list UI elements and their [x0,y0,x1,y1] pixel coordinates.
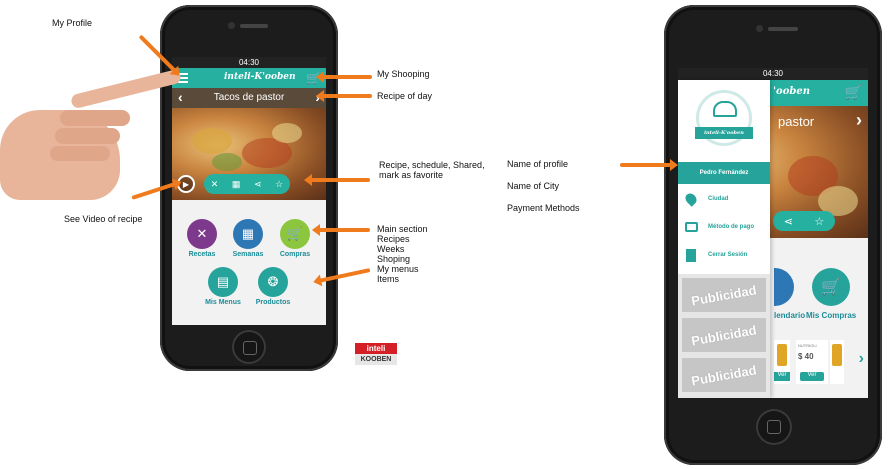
side-drawer: inteli-K'ooben Pedro Fernández Ciudad Mé… [678,80,770,398]
menu-semanas-label: Semanas [232,251,264,258]
annotation-my-shopping: My Shooping [377,69,430,79]
menu-compras-label: Mis Compras [806,311,857,320]
inteli-badge: inteli KOOBEN [355,343,397,365]
menu-recetas-button[interactable]: ✕ [187,219,217,249]
product-brand: NUTRIOLI [798,343,817,348]
menu-mis-menus-button[interactable]: ▤ [208,267,238,297]
location-pin-icon [683,191,699,207]
app-logo-partial: 'ooben [773,86,811,97]
speaker [240,24,268,28]
arrow-recipe-of-day [316,90,372,102]
chevron-right-icon[interactable]: › [856,110,862,131]
right-phone-frame: 04:30 'ooben 🛒 pastor › ⋖ ☆ lendario 🛒 M… [664,5,882,465]
recipe-action-bar: ✕ ▦ ⋖ ☆ [204,174,290,194]
status-time: 04:30 [238,58,260,67]
annotation-name-of-city: Name of City [507,181,560,191]
right-phone-screen: 04:30 'ooben 🛒 pastor › ⋖ ☆ lendario 🛒 M… [678,68,868,398]
profile-avatar: inteli-K'ooben [695,90,753,146]
drawer-logo: inteli-K'ooben [695,127,753,139]
logout-icon [684,248,698,262]
menu-compras-button[interactable]: 🛒 [280,219,310,249]
front-camera [228,22,235,29]
star-icon[interactable]: ☆ [275,179,283,190]
drawer-item-metodo-pago[interactable]: Método de pago [678,214,770,240]
recipe-title: Tacos de pastor [213,92,285,103]
product-price: $ 40 [798,352,814,361]
ad-banner-2[interactable]: Publicidad [682,318,766,352]
drawer-item-label: Cerrar Sesión [708,252,748,258]
home-button[interactable] [232,330,266,364]
annotation-see-video: See Video of recipe [64,214,143,224]
menu-compras-label: Compras [279,251,311,258]
menu-productos-button[interactable]: ❂ [258,267,288,297]
arrow-name-of-profile [620,159,678,171]
annotation-name-of-profile: Name of profile [507,159,569,169]
product-card-2: NUTRIOLI $ 40 Ver [796,340,828,384]
share-icon[interactable]: ⋖ [254,179,262,190]
ad-banner-1[interactable]: Publicidad [682,278,766,312]
cutlery-icon[interactable]: ✕ [211,179,219,190]
app-logo: inteli-K'ooben [224,72,296,82]
menu-productos-label: Productos [255,299,291,306]
annotation-my-profile: My Profile [52,18,93,28]
status-bar: 04:30 [678,68,868,80]
annotation-payment-methods: Payment Methods [507,203,580,213]
recipe-action-bar: ⋖ ☆ [773,211,835,231]
pointing-hand-image [0,68,190,200]
arrow-main-section-1 [312,224,370,236]
speaker [768,27,798,31]
payment-icon [684,220,698,234]
carousel-next-icon[interactable]: › [859,350,864,368]
badge-bottom: KOOBEN [355,354,397,365]
drawer-item-label: Ciudad [708,196,729,202]
product-ver-button[interactable]: Ver [800,372,824,381]
stage: My Profile My Shooping Recipe of day Rec… [0,0,889,470]
menu-semanas-button[interactable]: ▦ [233,219,263,249]
arrow-my-shopping [316,71,372,83]
menu-calendario-button[interactable] [774,268,794,306]
ads-area: Publicidad Publicidad Publicidad [678,274,770,398]
annotation-recipe-actions: Recipe, schedule, Shared, mark as favori… [379,160,485,180]
product-ver-button[interactable]: Ver [774,372,790,381]
star-icon[interactable]: ☆ [814,215,824,228]
app-header: inteli-K'ooben 🛒 [172,68,326,88]
menu-compras-button[interactable]: 🛒 [812,268,850,306]
front-camera [756,25,763,32]
drawer-item-label: Método de pago [708,224,754,230]
calendar-icon[interactable]: ▦ [232,179,241,190]
product-card-1: Ver [774,340,790,384]
profile-name: Pedro Fernández [678,162,770,184]
badge-top: inteli [355,343,397,354]
annotation-main-section: Main section Recipes Weeks Shoping My me… [377,224,428,284]
share-icon[interactable]: ⋖ [784,215,793,228]
annotation-recipe-of-day: Recipe of day [377,91,433,101]
drawer-item-cerrar-sesion[interactable]: Cerrar Sesión [678,242,770,268]
left-phone-screen: 04:30 inteli-K'ooben 🛒 ‹ Tacos de pastor… [172,57,326,325]
chef-hat-icon [713,101,737,117]
recipe-title-partial: pastor [778,114,815,129]
home-button[interactable] [756,409,792,445]
menu-mis-menus-label: Mis Menus [205,299,241,306]
status-time: 04:30 [762,69,784,78]
arrow-recipe-actions [304,174,370,186]
drawer-item-ciudad[interactable]: Ciudad [678,186,770,212]
status-bar: 04:30 [172,57,326,68]
menu-calendario-label-partial: lendario [774,311,806,320]
product-card-3 [830,340,844,384]
shopping-cart-icon[interactable]: 🛒 [845,84,862,101]
ad-banner-3[interactable]: Publicidad [682,358,766,392]
menu-recetas-label: Recetas [188,251,216,258]
recipe-of-day-bar: ‹ Tacos de pastor › [172,88,326,108]
